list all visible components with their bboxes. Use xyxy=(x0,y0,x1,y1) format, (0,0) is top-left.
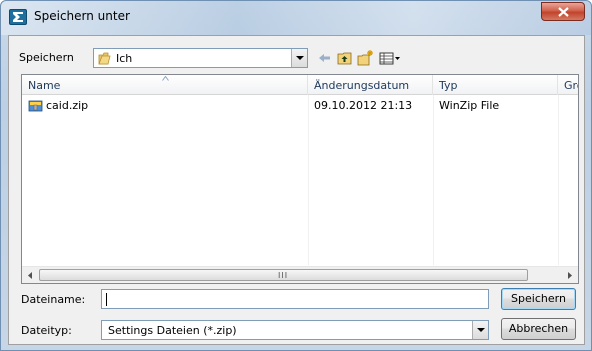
scroll-thumb[interactable]: III xyxy=(39,269,528,281)
filename-input[interactable] xyxy=(102,290,488,308)
column-divider xyxy=(308,95,309,265)
list-header: Name Änderungsdatum Typ Größ xyxy=(22,75,578,95)
save-button[interactable]: Speichern xyxy=(501,288,576,310)
column-size[interactable]: Größ xyxy=(558,75,578,95)
filetype-label: Dateityp: xyxy=(21,324,72,337)
chevron-down-icon[interactable] xyxy=(291,49,307,67)
text-caret xyxy=(106,293,107,306)
list-item[interactable]: caid.zip 09.10.2012 21:13 WinZip File xyxy=(22,96,578,116)
column-divider xyxy=(558,95,559,265)
file-type: WinZip File xyxy=(439,99,500,112)
chevron-down-icon[interactable] xyxy=(472,321,488,339)
column-divider xyxy=(433,95,434,265)
app-icon xyxy=(9,9,27,25)
filetype-select[interactable]: Settings Dateien (*.zip) xyxy=(101,320,489,340)
file-date: 09.10.2012 21:13 xyxy=(314,99,413,112)
scroll-left-icon[interactable] xyxy=(22,267,39,283)
horizontal-scrollbar[interactable]: III xyxy=(22,266,578,283)
new-folder-icon[interactable] xyxy=(355,48,375,68)
sort-ascending-icon xyxy=(162,76,169,81)
nav-toolbar xyxy=(315,48,425,68)
close-button[interactable] xyxy=(541,2,585,21)
file-name: caid.zip xyxy=(46,99,89,112)
up-folder-icon[interactable] xyxy=(335,48,355,68)
file-list[interactable]: Name Änderungsdatum Typ Größ xyxy=(21,74,579,284)
filename-label: Dateiname: xyxy=(21,293,86,306)
dialog-client: Speichern Ich Name Änderungsdatum Typ Gr… xyxy=(8,35,585,345)
filetype-value: Settings Dateien (*.zip) xyxy=(108,324,237,337)
current-folder: Ich xyxy=(116,52,133,65)
column-date[interactable]: Änderungsdatum xyxy=(308,75,433,95)
back-arrow-icon[interactable] xyxy=(315,48,335,68)
scroll-right-icon[interactable] xyxy=(561,267,578,283)
close-icon xyxy=(558,7,569,17)
save-in-label: Speichern xyxy=(19,51,74,64)
save-in-combo[interactable]: Ich xyxy=(93,48,308,68)
window-title: Speichern unter xyxy=(34,9,130,23)
dialog-window: Speichern unter Speichern Ich Name Änder… xyxy=(0,0,592,351)
cancel-button[interactable]: Abbrechen xyxy=(501,318,576,340)
grip-icon: III xyxy=(278,271,289,280)
view-menu-icon[interactable] xyxy=(377,48,403,68)
column-type[interactable]: Typ xyxy=(433,75,558,95)
column-name[interactable]: Name xyxy=(22,75,308,95)
zip-file-icon xyxy=(28,98,44,117)
filename-field[interactable] xyxy=(101,289,489,309)
folder-icon xyxy=(98,52,112,68)
